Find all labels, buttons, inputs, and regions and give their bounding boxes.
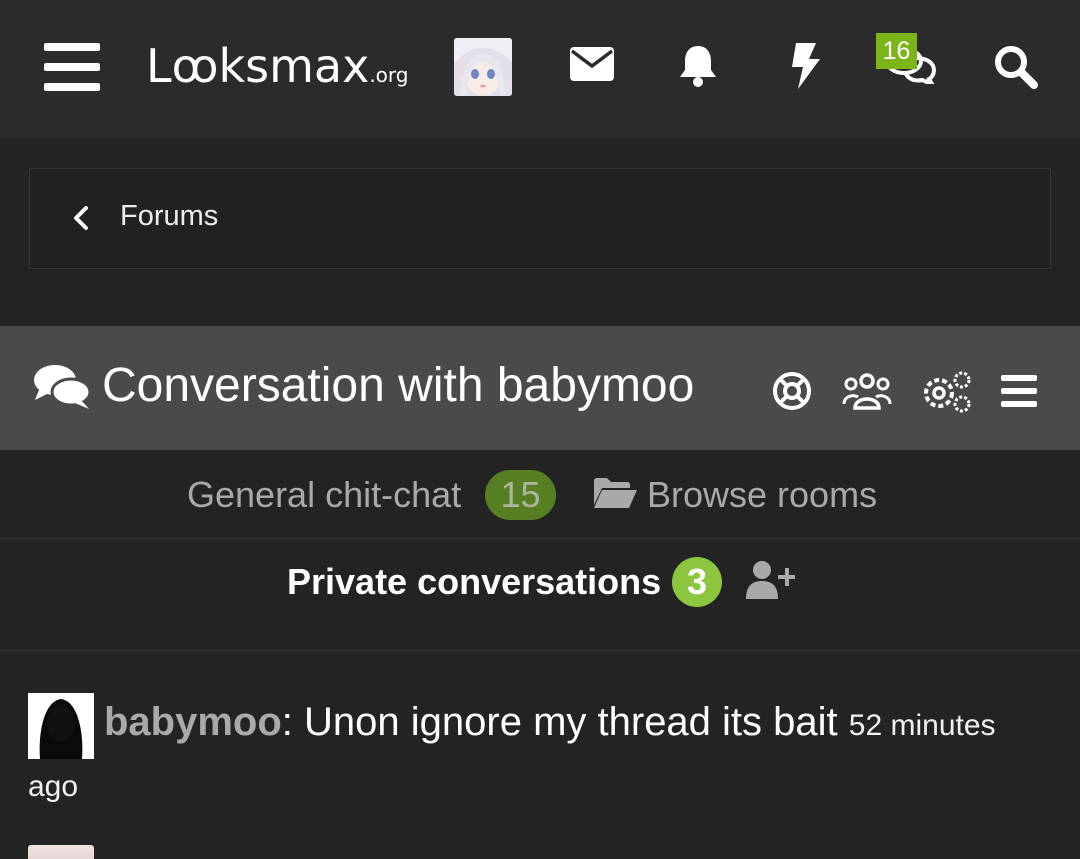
menu-icon[interactable]: [44, 42, 100, 92]
chat-menu-icon[interactable]: [1001, 374, 1037, 408]
message-avatar[interactable]: [28, 693, 94, 759]
bell-icon[interactable]: [678, 44, 718, 88]
message-timestamp-cont: ago: [28, 770, 79, 803]
room-general-chit-chat[interactable]: General chit-chat: [187, 474, 461, 516]
conversation-icon: [33, 364, 92, 410]
chat-title: Conversation with babymoo: [102, 359, 695, 412]
message-text: Unon ignore my thread its bait: [304, 700, 838, 744]
browse-rooms-link[interactable]: Browse rooms: [647, 474, 877, 516]
private-conversations-count: 3: [672, 557, 722, 607]
logo-main: Lꝏksmax: [146, 39, 370, 93]
message-separator: :: [281, 700, 305, 744]
message-username[interactable]: babymoo: [104, 700, 282, 744]
private-conversations-tab[interactable]: Private conversations: [287, 561, 661, 603]
search-icon[interactable]: [994, 45, 1038, 89]
settings-icon[interactable]: [922, 371, 972, 413]
mail-icon[interactable]: [570, 47, 614, 81]
chevron-left-icon[interactable]: [72, 205, 90, 231]
help-icon[interactable]: [772, 371, 812, 411]
add-user-icon[interactable]: [745, 560, 796, 600]
notification-count-badge: 16: [876, 33, 917, 69]
members-icon[interactable]: [842, 372, 892, 410]
folder-open-icon[interactable]: [592, 477, 638, 509]
chat-message: babymoo: Unon ignore my thread its bait …: [104, 700, 996, 745]
message-avatar-next[interactable]: [28, 845, 94, 859]
bolt-icon[interactable]: [790, 43, 822, 89]
message-timestamp: 52 minutes: [848, 709, 996, 742]
room-unread-count: 15: [485, 470, 556, 520]
logo-suffix: .org: [369, 63, 409, 87]
user-avatar[interactable]: [454, 38, 512, 96]
site-logo[interactable]: Lꝏksmax.org: [146, 40, 408, 92]
breadcrumb-forums-link[interactable]: Forums: [120, 200, 218, 233]
